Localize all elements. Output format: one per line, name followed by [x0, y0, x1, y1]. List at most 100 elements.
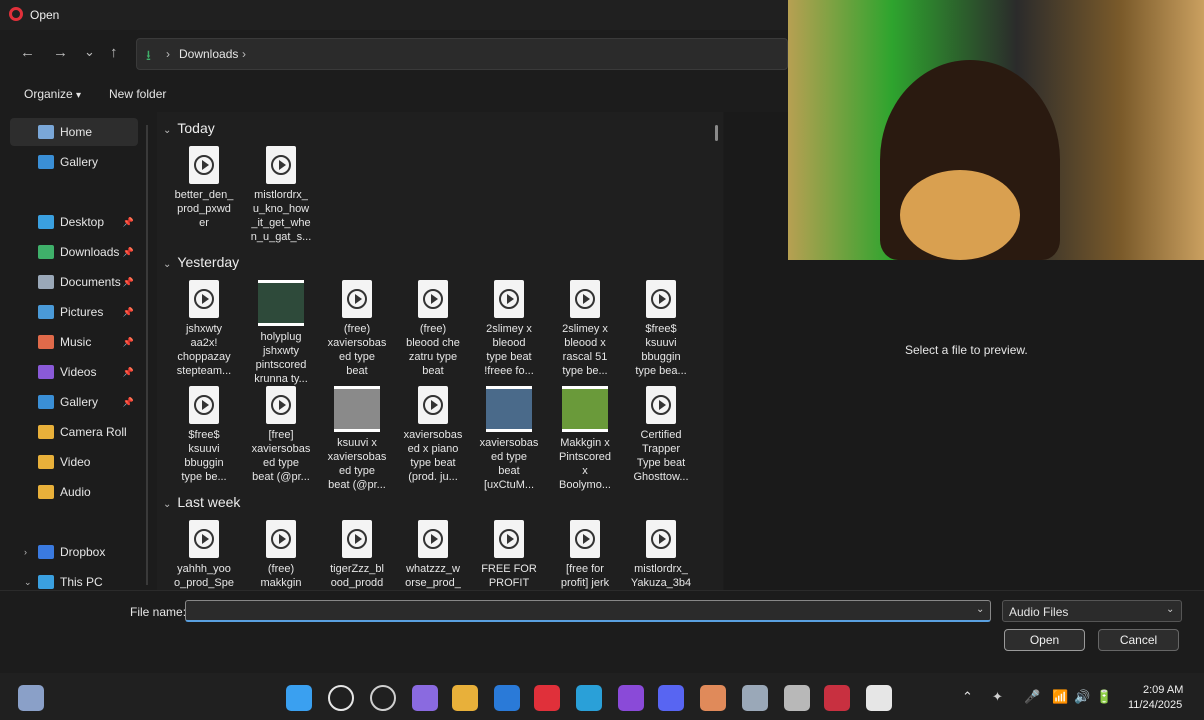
- app-icon[interactable]: [700, 685, 726, 711]
- audio-file-icon: [189, 386, 219, 424]
- file-name: 2slimey x bleood x rascal 51 type be...: [562, 323, 608, 377]
- file-item[interactable]: (free) makkgin: [244, 520, 318, 590]
- download-icon: ⭳: [146, 47, 151, 63]
- file-item[interactable]: xaviersobas ed type beat [uxCtuM...: [472, 386, 546, 492]
- file-item[interactable]: tigerZzz_bl ood_prodd: [320, 520, 394, 590]
- file-item[interactable]: jshxwty aa2x! choppazay stepteam...: [167, 280, 241, 378]
- microphone-icon[interactable]: 🎤: [1024, 689, 1040, 705]
- file-name-label: File name:: [130, 605, 187, 619]
- file-item[interactable]: [free for profit] jerk: [548, 520, 622, 590]
- chevron-down-icon[interactable]: ⌄: [976, 604, 984, 615]
- edge-icon[interactable]: [576, 685, 602, 711]
- chevron-down-icon[interactable]: ⌄: [163, 125, 171, 136]
- file-name: [free] xaviersobas ed type beat (@pr...: [251, 429, 311, 483]
- expand-icon[interactable]: ›: [24, 547, 27, 557]
- clock-time[interactable]: 2:09 AM: [1143, 684, 1183, 696]
- file-name: ksuuvi x xaviersobas ed type beat (@pr..…: [327, 437, 387, 491]
- wifi-icon[interactable]: 📶: [1052, 689, 1068, 705]
- file-item[interactable]: 2slimey x bleood type beat !freee fo...: [472, 280, 546, 378]
- chevron-down-icon[interactable]: ⌄: [163, 499, 171, 510]
- show-hidden-icons[interactable]: ⌃: [962, 689, 973, 705]
- group-header[interactable]: ⌄ Last week: [163, 494, 240, 510]
- file-list-scrollbar[interactable]: [715, 125, 718, 141]
- battery-icon[interactable]: 🔋: [1096, 689, 1112, 705]
- sidebar-item-dropbox[interactable]: › Dropbox: [10, 538, 138, 566]
- cancel-button[interactable]: Cancel: [1098, 629, 1179, 651]
- file-item[interactable]: yahhh_yoo o_prod_Spe: [167, 520, 241, 590]
- file-item[interactable]: better_den_ prod_pxwd er: [167, 146, 241, 230]
- red-app-icon[interactable]: [824, 685, 850, 711]
- audio-file-icon: [418, 520, 448, 558]
- sidebar-item-camera-roll[interactable]: Camera Roll: [10, 418, 138, 446]
- file-item[interactable]: (free) bleood che zatru type beat: [396, 280, 470, 378]
- sidebar-item-gallery[interactable]: Gallery: [10, 148, 138, 176]
- sidebar-item-label: Music: [60, 335, 92, 349]
- sidebar-scrollbar[interactable]: [146, 125, 148, 585]
- dropbox-tray-icon[interactable]: ✦: [992, 689, 1003, 705]
- weather-icon[interactable]: [18, 685, 44, 711]
- up-button[interactable]: ↑: [110, 44, 118, 61]
- start-icon[interactable]: [286, 685, 312, 711]
- sidebar-item-music[interactable]: Music 📌: [10, 328, 138, 356]
- sidebar-item-pictures[interactable]: Pictures 📌: [10, 298, 138, 326]
- audio-file-icon: [266, 146, 296, 184]
- sidebar-item-home[interactable]: Home: [10, 118, 138, 146]
- file-item[interactable]: Certified Trapper Type beat Ghosttow...: [624, 386, 698, 484]
- volume-icon[interactable]: 🔊: [1074, 689, 1090, 705]
- expand-icon[interactable]: ⌄: [24, 577, 32, 588]
- file-item[interactable]: Makkgin x Pintscored x Boolymo...: [548, 386, 622, 492]
- file-item[interactable]: ksuuvi x xaviersobas ed type beat (@pr..…: [320, 386, 394, 492]
- group-header[interactable]: ⌄ Today: [163, 120, 215, 136]
- breadcrumb-separator[interactable]: ›: [242, 47, 246, 61]
- forward-button[interactable]: →: [53, 44, 68, 61]
- camera-icon[interactable]: [742, 685, 768, 711]
- clipchamp-icon[interactable]: [618, 685, 644, 711]
- window-title: Open: [30, 8, 60, 22]
- file-type-filter[interactable]: Audio Files: [1002, 600, 1182, 622]
- media-player-icon[interactable]: [866, 685, 892, 711]
- copilot-icon[interactable]: [412, 685, 438, 711]
- outlook-icon[interactable]: [494, 685, 520, 711]
- sidebar-item-videos[interactable]: Videos 📌: [10, 358, 138, 386]
- file-item[interactable]: holyplug jshxwty pintscored krunna ty...: [244, 280, 318, 386]
- file-item[interactable]: mistlordrx_ Yakuza_3b4: [624, 520, 698, 590]
- sidebar-item-documents[interactable]: Documents 📌: [10, 268, 138, 296]
- sidebar-item-desktop[interactable]: Desktop 📌: [10, 208, 138, 236]
- play-icon: [194, 529, 214, 549]
- file-item[interactable]: (free) xaviersobas ed type beat: [320, 280, 394, 378]
- recent-locations-button[interactable]: ⌄: [84, 44, 95, 60]
- file-explorer-icon[interactable]: [452, 685, 478, 711]
- chevron-down-icon[interactable]: ⌄: [1166, 604, 1174, 615]
- discord-icon[interactable]: [658, 685, 684, 711]
- file-item[interactable]: xaviersobas ed x piano type beat (prod. …: [396, 386, 470, 484]
- new-folder-button[interactable]: New folder: [109, 87, 166, 101]
- audio-file-icon: [418, 280, 448, 318]
- sidebar-item-audio[interactable]: Audio: [10, 478, 138, 506]
- file-item[interactable]: $free$ ksuuvi bbuggin type bea...: [624, 280, 698, 378]
- file-item[interactable]: whatzzz_w orse_prod_: [396, 520, 470, 590]
- back-button[interactable]: ←: [20, 44, 35, 61]
- organize-button[interactable]: Organize ▾: [24, 87, 81, 101]
- sidebar-item-label: Documents: [60, 275, 121, 289]
- sidebar-item-gallery[interactable]: Gallery 📌: [10, 388, 138, 416]
- open-button[interactable]: Open: [1004, 629, 1085, 651]
- play-icon: [271, 529, 291, 549]
- play-icon: [271, 395, 291, 415]
- sidebar-item-video[interactable]: Video: [10, 448, 138, 476]
- file-item[interactable]: $free$ ksuuvi bbuggin type be...: [167, 386, 241, 484]
- file-item[interactable]: FREE FOR PROFIT: [472, 520, 546, 590]
- breadcrumb-downloads[interactable]: Downloads: [179, 47, 238, 61]
- record-icon[interactable]: [784, 685, 810, 711]
- group-header[interactable]: ⌄ Yesterday: [163, 254, 239, 270]
- opera-icon[interactable]: [534, 685, 560, 711]
- file-item[interactable]: [free] xaviersobas ed type beat (@pr...: [244, 386, 318, 484]
- audio-file-icon: [646, 520, 676, 558]
- task-view-icon[interactable]: [370, 685, 396, 711]
- sidebar-item-downloads[interactable]: Downloads 📌: [10, 238, 138, 266]
- file-item[interactable]: 2slimey x bleood x rascal 51 type be...: [548, 280, 622, 378]
- chevron-down-icon[interactable]: ⌄: [163, 259, 171, 270]
- search-icon[interactable]: [328, 685, 354, 711]
- file-name-input[interactable]: [185, 600, 991, 622]
- clock-date[interactable]: 11/24/2025: [1128, 699, 1182, 711]
- file-item[interactable]: mistlordrx_ u_kno_how _it_get_whe n_u_ga…: [244, 146, 318, 244]
